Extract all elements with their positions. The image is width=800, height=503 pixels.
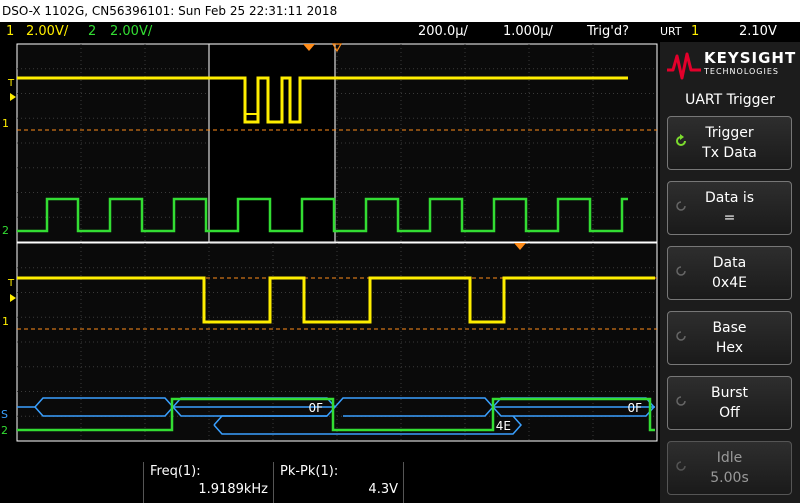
window-title: DSO-X 1102G, CN56396101: Sun Feb 25 22:3… [0,0,800,22]
brand-sub: TECHNOLOGIES [704,67,779,76]
brand-name: KEYSIGHT [704,49,797,67]
freq-label: Freq(1): [150,464,201,479]
ch1-number[interactable]: 1 [6,22,14,42]
softkey-data-is-label: Data is [704,190,755,206]
timebase-readout[interactable]: 200.0µ/ [418,22,468,42]
main-ch2-ground-marker[interactable]: 2 [2,224,9,237]
freq-value: 1.9189kHz [198,482,268,497]
softkey-idle-label: Idle [716,450,743,466]
decode-label-0f-second: 0F [627,401,642,415]
softkey-idle[interactable]: Idle 5.00s [667,441,792,495]
softkey-base-label: Base [712,320,747,336]
zoom-trigger-level-marker[interactable]: T [7,278,15,289]
softkey-data-label: Data [712,255,747,271]
trigger-level[interactable]: 2.10V [739,22,777,42]
pkpk-value: 4.3V [368,482,398,497]
delay-readout[interactable]: 1.000µ/ [503,22,553,42]
softkey-burst-label: Burst [710,385,749,401]
softkey-menu-panel: KEYSIGHT TECHNOLOGIES UART Trigger Trigg… [660,42,800,503]
menu-title: UART Trigger [685,92,775,108]
trigger-source[interactable]: 1 [691,22,699,42]
measurement-bar: Freq(1): 1.9189kHz Pk-Pk(1): 4.3V [0,462,660,503]
trigger-state: Trig'd? [587,24,629,39]
softkey-burst[interactable]: Burst Off [667,376,792,430]
serial-bus-marker[interactable]: S [1,408,8,421]
pkpk-label: Pk-Pk(1): [280,464,339,479]
softkey-base-value: Hex [715,340,744,356]
ch1-scale[interactable]: 2.00V/ [26,22,68,42]
trigger-type[interactable]: URT [660,22,682,42]
measurement-divider [403,462,405,503]
softkey-data[interactable]: Data 0x4E [667,246,792,300]
waveform-display[interactable]: 0F 0F 4E T 1 2 T 1 S 2 [0,42,660,462]
ch2-scale[interactable]: 2.00V/ [110,22,152,42]
keysight-logo: KEYSIGHT TECHNOLOGIES [660,42,800,86]
ch2-number[interactable]: 2 [88,22,96,42]
zoom-window-background [209,44,335,242]
freq-measurement[interactable]: Freq(1): 1.9189kHz [143,462,274,503]
decode-label-0f-first: 0F [308,401,323,415]
softkey-data-value: 0x4E [712,275,747,291]
decode-label-4e: 4E [496,419,511,433]
softkey-trigger-value: Tx Data [702,145,757,161]
status-bar: 1 2.00V/ 2 2.00V/ 200.0µ/ 1.000µ/ Trig'd… [0,22,800,42]
softkey-trigger[interactable]: Trigger Tx Data [667,116,792,170]
softkey-idle-value: 5.00s [710,470,749,486]
softkey-burst-value: Off [719,405,740,421]
keysight-wave-icon [667,52,701,80]
main-trigger-level-marker[interactable]: T [7,78,15,89]
zoom-ch2-ground-marker[interactable]: 2 [1,424,8,437]
softkey-data-is-value: = [723,210,736,226]
zoom-ch1-ground-marker[interactable]: 1 [2,315,9,328]
softkey-base[interactable]: Base Hex [667,311,792,365]
pkpk-measurement[interactable]: Pk-Pk(1): 4.3V [273,462,404,503]
main-ch1-ground-marker[interactable]: 1 [2,117,9,130]
softkey-data-is[interactable]: Data is = [667,181,792,235]
softkey-trigger-label: Trigger [705,125,754,141]
